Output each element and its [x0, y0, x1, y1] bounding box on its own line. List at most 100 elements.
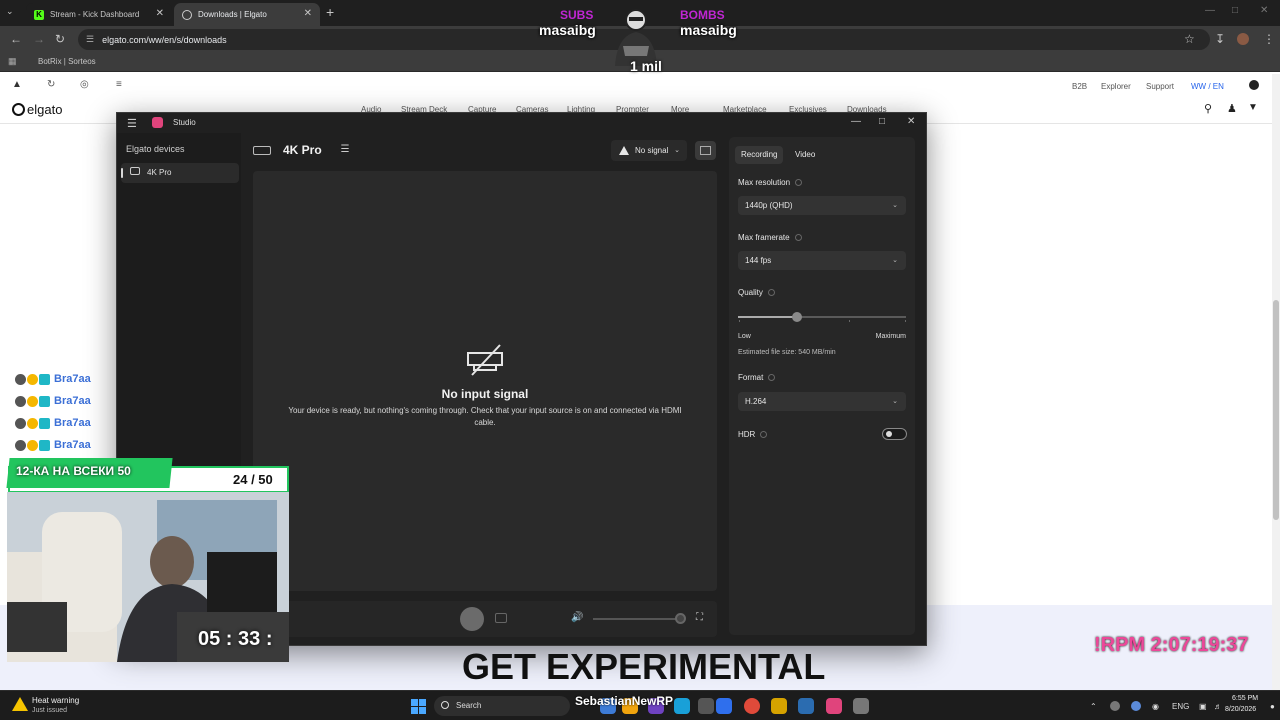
windows-start-icon[interactable]	[411, 699, 426, 714]
forward-arrow-icon[interactable]: →	[33, 32, 45, 46]
close-tab-icon[interactable]: ✕	[156, 8, 164, 19]
webcam-timer: 05 : 33 :	[198, 628, 273, 650]
max-framerate-select[interactable]: 144 fps ⌄	[738, 251, 906, 270]
info-icon[interactable]	[767, 289, 775, 296]
elgato-studio-taskbar-icon[interactable]	[826, 698, 842, 714]
volume-slider-track[interactable]	[593, 618, 681, 620]
downloads-icon[interactable]: ↧	[1215, 32, 1225, 46]
tray-overflow-chevron-icon[interactable]: ⌃	[1090, 702, 1097, 711]
account-circle-icon[interactable]	[1249, 80, 1259, 90]
close-tab-icon[interactable]: ✕	[304, 8, 312, 19]
volume-icon[interactable]: 🔊	[571, 612, 583, 623]
studio-minimize-icon[interactable]: —	[851, 116, 861, 127]
microphone-icon[interactable]: ◉	[1152, 702, 1159, 711]
weather-notification-title[interactable]: Heat warning	[32, 696, 79, 705]
hdr-toggle[interactable]	[882, 428, 907, 440]
link-region[interactable]: WW / EN	[1191, 82, 1224, 91]
cart-icon[interactable]: ▼	[1248, 102, 1258, 113]
info-icon[interactable]	[768, 374, 776, 381]
corsair-logo-icon[interactable]: ▲	[12, 79, 22, 90]
site-utility-bar: ▲ ↻ ◎ ≡ B2B Explorer Support WW / EN	[0, 74, 1272, 96]
app-icon[interactable]	[798, 698, 814, 714]
app-icon[interactable]	[771, 698, 787, 714]
bookmark-star-icon[interactable]: ☆	[1184, 32, 1195, 46]
chevron-down-icon: ⌄	[892, 202, 898, 209]
quality-max-label: Maximum	[875, 333, 906, 340]
apps-grid-icon[interactable]: ▦	[8, 56, 17, 67]
record-button[interactable]	[460, 607, 484, 631]
select-value: 1440p (QHD)	[745, 201, 793, 210]
browser-menu-icon[interactable]: ⋮	[1263, 32, 1275, 46]
field-label-text: Quality	[738, 288, 763, 297]
signal-status-dropdown[interactable]: No signal ⌄	[611, 140, 687, 161]
info-icon[interactable]	[795, 179, 803, 186]
close-window-icon[interactable]: ✕	[1260, 5, 1268, 16]
keyboard-language[interactable]: ENG	[1172, 702, 1189, 711]
chevron-down-icon: ⌄	[892, 398, 898, 405]
estimated-file-size: Estimated file size: 540 MB/min	[738, 349, 836, 356]
speaker-icon[interactable]: ♬	[1214, 702, 1222, 711]
select-value: 144 fps	[745, 256, 772, 265]
chrome-icon[interactable]	[744, 698, 760, 714]
clock-date[interactable]: 8/20/2026	[1225, 706, 1256, 713]
tray-app-icon[interactable]	[1131, 701, 1141, 711]
taskbar-search-box[interactable]: Search	[434, 696, 570, 716]
tray-app-icon[interactable]	[1110, 701, 1120, 711]
studio-maximize-icon[interactable]: □	[879, 116, 885, 127]
studio-close-icon[interactable]: ✕	[907, 116, 915, 127]
max-resolution-select[interactable]: 1440p (QHD) ⌄	[738, 196, 906, 215]
format-select[interactable]: H.264 ⌄	[738, 392, 906, 411]
app-icon[interactable]	[716, 698, 732, 714]
app-icon[interactable]	[698, 698, 714, 714]
stream-ticker-text: SebastianNewRP	[575, 694, 674, 708]
clock-time[interactable]: 6:55 PM	[1232, 695, 1258, 702]
no-signal-title: No input signal	[441, 387, 529, 401]
layout-toggle-button[interactable]	[695, 141, 716, 160]
reload-icon[interactable]: ↻	[55, 32, 65, 46]
site-search-icon[interactable]: ⚲	[1204, 102, 1212, 115]
link-b2b[interactable]: B2B	[1072, 82, 1087, 91]
new-tab-plus-icon[interactable]: +	[326, 4, 334, 20]
link-support[interactable]: Support	[1146, 82, 1174, 91]
network-icon[interactable]: ▣	[1199, 702, 1207, 711]
snapshot-icon[interactable]	[495, 613, 507, 623]
refresh-icon[interactable]: ↻	[47, 79, 55, 90]
tab-elgato-downloads[interactable]: Downloads | Elgato ✕	[174, 3, 320, 26]
selection-indicator	[121, 168, 123, 178]
fullscreen-icon[interactable]: ⛶	[696, 612, 703, 623]
back-arrow-icon[interactable]: ←	[10, 32, 22, 46]
settings-panel: Recording Video Max resolution 1440p (QH…	[729, 137, 915, 635]
info-icon[interactable]	[760, 431, 768, 438]
warning-icon	[619, 146, 629, 155]
settings-gear-icon[interactable]	[853, 698, 869, 714]
volume-slider-knob[interactable]	[675, 613, 686, 624]
chevron-down-icon: ⌄	[674, 147, 680, 154]
hamburger-menu-icon[interactable]: ☰	[127, 117, 137, 130]
info-icon[interactable]	[794, 234, 802, 241]
scuf-logo-icon[interactable]: ◎	[80, 79, 89, 90]
page-scrollbar-thumb[interactable]	[1273, 300, 1279, 520]
quality-slider-knob[interactable]	[791, 312, 802, 322]
fanatec-logo-icon[interactable]: ≡	[116, 79, 122, 90]
heat-warning-icon[interactable]	[12, 697, 28, 711]
device-settings-sliders-icon[interactable]: ☰	[336, 141, 354, 159]
minimize-icon[interactable]: —	[1205, 5, 1215, 16]
tab-kick-dashboard[interactable]: K Stream - Kick Dashboard ✕	[26, 3, 172, 26]
tab-video[interactable]: Video	[789, 146, 821, 164]
sidebar-item-4k-pro[interactable]: 4K Pro	[121, 163, 239, 183]
edge-icon[interactable]	[674, 698, 690, 714]
user-account-icon[interactable]: ♟	[1227, 102, 1237, 115]
site-info-icon[interactable]: ☰	[86, 34, 94, 45]
link-explorer[interactable]: Explorer	[1101, 82, 1131, 91]
bookmark-botrix[interactable]: BotRix | Sorteos	[38, 57, 96, 66]
profile-avatar[interactable]	[1237, 33, 1249, 45]
weather-notification-subtitle: Just issued	[32, 707, 68, 714]
overlay-subs-name: masaibg	[539, 22, 596, 38]
elgato-logo[interactable]: elgato	[12, 102, 62, 117]
tab-list-chevron-icon[interactable]: ⌄	[6, 6, 14, 17]
notification-bell-icon[interactable]: ●	[1270, 702, 1275, 711]
chevron-down-icon: ⌄	[892, 257, 898, 264]
tab-recording[interactable]: Recording	[735, 146, 784, 164]
chat-row: Bra7aa	[15, 414, 91, 432]
maximize-icon[interactable]: □	[1232, 5, 1238, 16]
